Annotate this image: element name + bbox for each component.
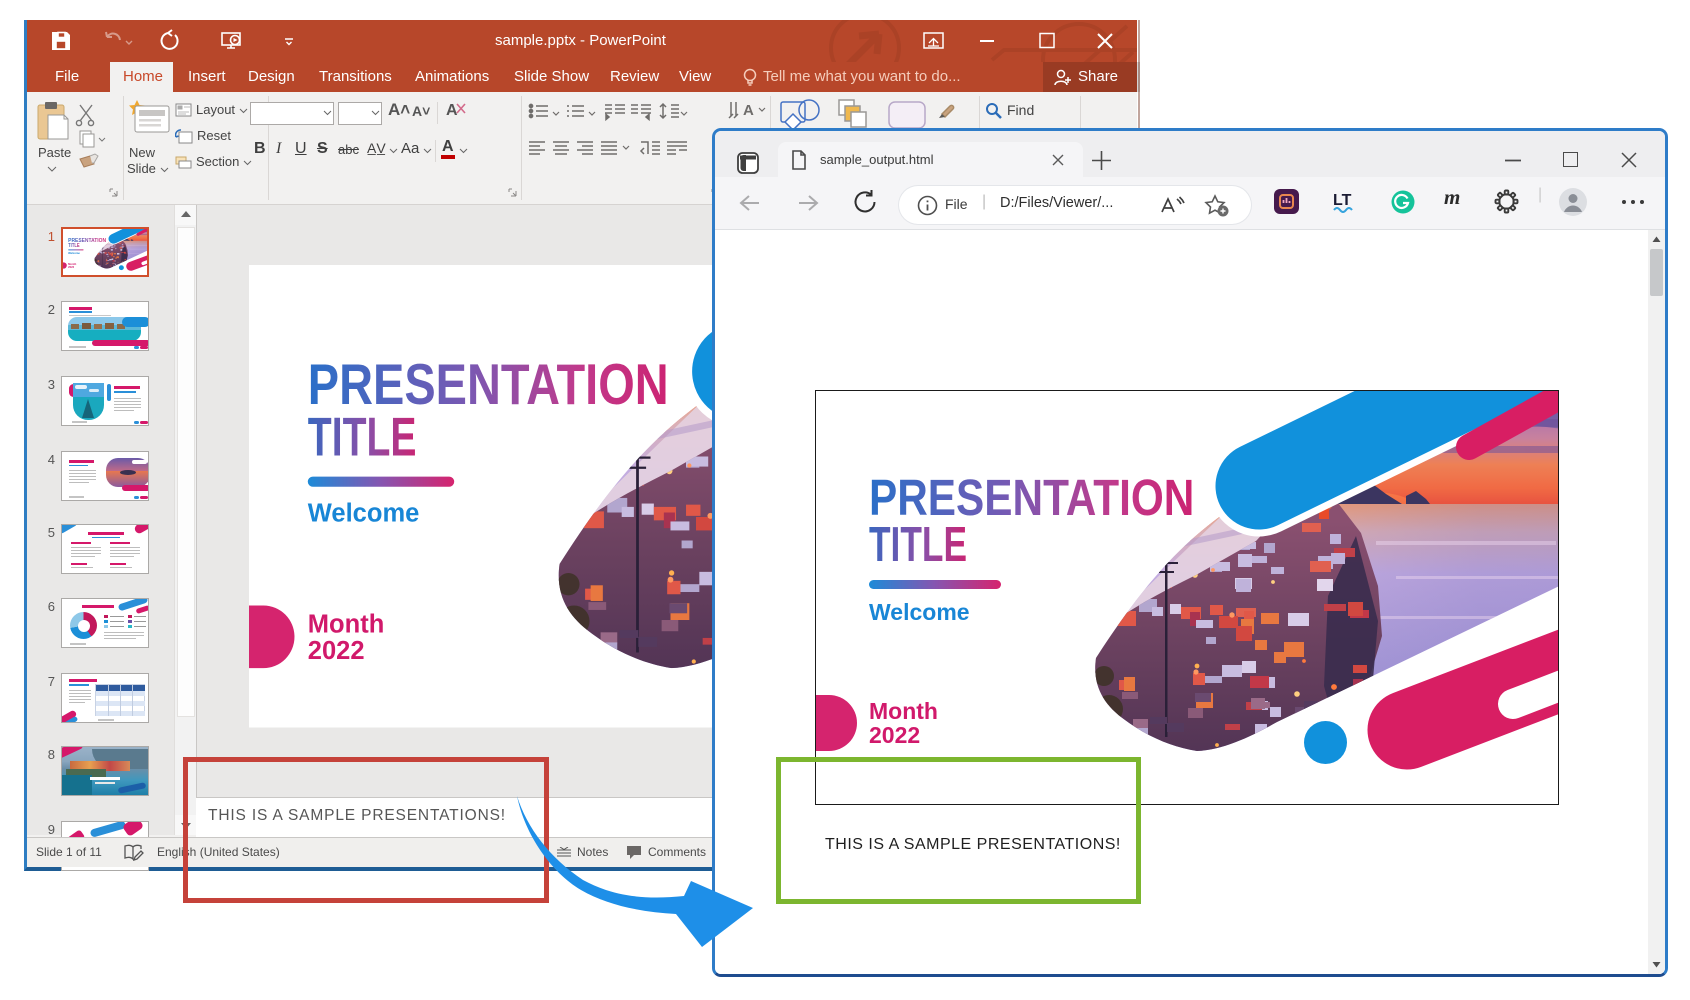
- svg-text:LT: LT: [1333, 192, 1352, 209]
- svg-text:A: A: [743, 102, 754, 119]
